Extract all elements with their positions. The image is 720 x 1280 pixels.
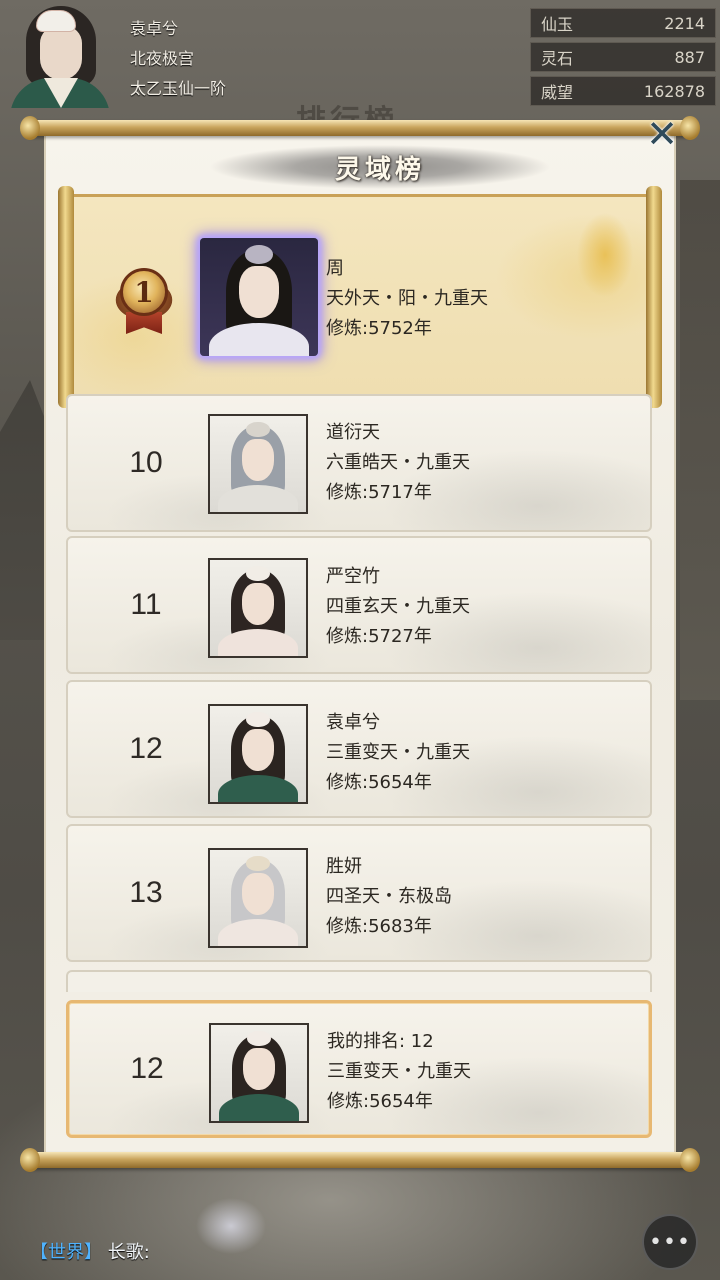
my-rank-number: 12 bbox=[130, 1052, 164, 1085]
ranking-row[interactable]: 10 道衍天 六重皓天・九重天 修炼:5717年 bbox=[66, 394, 652, 532]
row-avatar[interactable] bbox=[208, 848, 308, 948]
currency-value: 887 bbox=[674, 47, 705, 67]
player-sect: 北夜极宫 bbox=[130, 49, 195, 68]
top-rank-info: 周 天外天・阳・九重天 修炼:5752年 bbox=[326, 254, 488, 344]
rank-one-medal-icon: 1 bbox=[104, 262, 184, 336]
my-rank-info: 我的排名: 12 三重变天・九重天 修炼:5654年 bbox=[327, 1027, 471, 1117]
top-rank-number: 1 bbox=[134, 275, 154, 309]
my-rank-avatar bbox=[209, 1023, 309, 1123]
currency-value: 2214 bbox=[664, 13, 705, 33]
scroll-rod-top bbox=[20, 116, 700, 140]
row-cultivation: 修炼:5717年 bbox=[326, 482, 432, 503]
row-rank: 10 bbox=[129, 446, 163, 479]
player-realm: 太乙玉仙一阶 bbox=[130, 79, 227, 98]
row-realm: 四圣天・东极岛 bbox=[326, 886, 452, 907]
top-rank-cultivation: 修炼:5752年 bbox=[326, 318, 432, 339]
close-button[interactable]: ✕ bbox=[642, 114, 682, 154]
currency-value: 162878 bbox=[643, 81, 705, 101]
top-rank-name: 周 bbox=[326, 258, 344, 279]
background-side-menu bbox=[680, 180, 720, 700]
ranking-row-partial[interactable] bbox=[66, 970, 652, 992]
row-info: 胜妍 四圣天・东极岛 修炼:5683年 bbox=[326, 852, 452, 942]
phoenix-ornament bbox=[560, 190, 650, 320]
row-rank: 11 bbox=[130, 588, 162, 621]
panel-title-banner: 灵域榜 bbox=[210, 144, 550, 190]
my-rank-cultivation: 修炼:5654年 bbox=[327, 1091, 433, 1112]
scroll-roll-left bbox=[58, 186, 74, 408]
ranking-row[interactable]: 11 严空竹 四重玄天・九重天 修炼:5727年 bbox=[66, 536, 652, 674]
row-name: 胜妍 bbox=[326, 856, 362, 877]
currency-xianyu: 仙玉 2214 bbox=[530, 8, 716, 38]
world-chat-line[interactable]: 【世界】 长歌: bbox=[30, 1238, 150, 1264]
row-name: 袁卓兮 bbox=[326, 712, 380, 733]
chat-speaker: 长歌: bbox=[107, 1242, 150, 1263]
currency-lingshi: 灵石 887 bbox=[530, 42, 716, 72]
row-realm: 四重玄天・九重天 bbox=[326, 596, 470, 617]
row-cultivation: 修炼:5727年 bbox=[326, 626, 432, 647]
currency-label: 威望 bbox=[541, 83, 574, 102]
chat-channel: 【世界】 bbox=[30, 1242, 102, 1263]
my-rank-realm: 三重变天・九重天 bbox=[327, 1061, 471, 1082]
player-name: 袁卓兮 bbox=[130, 19, 179, 38]
scroll-rod-bottom bbox=[20, 1148, 700, 1172]
row-realm: 六重皓天・九重天 bbox=[326, 452, 470, 473]
panel-title: 灵域榜 bbox=[334, 154, 425, 185]
npc-character[interactable] bbox=[176, 1172, 286, 1262]
player-avatar[interactable] bbox=[4, 0, 116, 108]
row-rank: 13 bbox=[129, 876, 163, 909]
row-rank: 12 bbox=[129, 732, 163, 765]
row-realm: 三重变天・九重天 bbox=[326, 742, 470, 763]
close-icon: ✕ bbox=[646, 112, 678, 156]
currency-weiwang: 威望 162878 bbox=[530, 76, 716, 106]
currency-label: 灵石 bbox=[541, 49, 574, 68]
row-avatar[interactable] bbox=[208, 558, 308, 658]
top-rank-avatar[interactable] bbox=[200, 238, 318, 356]
row-cultivation: 修炼:5683年 bbox=[326, 916, 432, 937]
row-info: 道衍天 六重皓天・九重天 修炼:5717年 bbox=[326, 418, 470, 508]
row-avatar[interactable] bbox=[208, 704, 308, 804]
ranking-row[interactable]: 12 袁卓兮 三重变天・九重天 修炼:5654年 bbox=[66, 680, 652, 818]
row-name: 严空竹 bbox=[326, 566, 380, 587]
row-avatar[interactable] bbox=[208, 414, 308, 514]
chat-button[interactable]: ••• bbox=[642, 1214, 698, 1270]
ranking-row[interactable]: 13 胜妍 四圣天・东极岛 修炼:5683年 bbox=[66, 824, 652, 962]
my-rank-label: 我的排名: 12 bbox=[327, 1031, 434, 1052]
my-rank-row: 12 我的排名: 12 三重变天・九重天 修炼:5654年 bbox=[66, 1000, 652, 1138]
currency-label: 仙玉 bbox=[541, 15, 574, 34]
row-info: 严空竹 四重玄天・九重天 修炼:5727年 bbox=[326, 562, 470, 652]
row-name: 道衍天 bbox=[326, 422, 380, 443]
top-rank-realm: 天外天・阳・九重天 bbox=[326, 288, 488, 309]
player-info: 袁卓兮 北夜极宫 太乙玉仙一阶 bbox=[130, 14, 226, 104]
row-info: 袁卓兮 三重变天・九重天 修炼:5654年 bbox=[326, 708, 470, 798]
chat-bubble-icon: ••• bbox=[649, 1229, 691, 1255]
row-cultivation: 修炼:5654年 bbox=[326, 772, 432, 793]
